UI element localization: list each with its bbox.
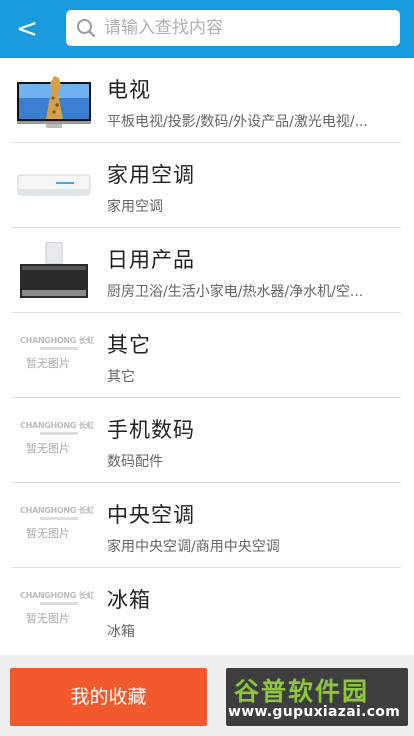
category-item-central-ac[interactable]: CHANGHONG 长虹 暂无图片 中央空调 家用中央空调/商用中央空调 xyxy=(12,483,401,568)
item-subtitle: 厨房卫浴/生活小家电/热水器/净水机/空... xyxy=(107,284,364,300)
no-image-placeholder: CHANGHONG 长虹 暂无图片 xyxy=(20,420,94,464)
logo-line xyxy=(40,347,78,350)
no-image-placeholder: CHANGHONG 长虹 暂无图片 xyxy=(20,590,94,634)
category-item-refrigerator[interactable]: CHANGHONG 长虹 暂无图片 冰箱 冰箱 xyxy=(12,568,401,653)
logo-line xyxy=(40,432,78,435)
item-subtitle: 数码配件 xyxy=(107,454,163,470)
my-favorites-button[interactable]: 我的收藏 xyxy=(10,668,207,726)
tv-image xyxy=(17,76,91,128)
search-input[interactable] xyxy=(104,10,394,46)
item-subtitle: 家用中央空调/商用中央空调 xyxy=(107,539,280,555)
search-box[interactable] xyxy=(66,10,400,46)
no-image-text: 暂无图片 xyxy=(26,612,70,625)
item-title: 其它 xyxy=(107,333,151,357)
range-hood-image xyxy=(20,242,88,298)
brand-logo: CHANGHONG 长虹 xyxy=(20,506,94,515)
search-icon xyxy=(77,19,96,38)
item-subtitle: 冰箱 xyxy=(107,624,135,640)
category-item-daily-products[interactable]: 日用产品 厨房卫浴/生活小家电/热水器/净水机/空... xyxy=(12,228,401,313)
item-subtitle: 平板电视/投影/数码/外设产品/激光电视/... xyxy=(107,114,368,130)
category-item-mobile-digital[interactable]: CHANGHONG 长虹 暂无图片 手机数码 数码配件 xyxy=(12,398,401,483)
item-title: 中央空调 xyxy=(107,503,195,527)
category-item-home-ac[interactable]: 家用空调 家用空调 xyxy=(12,143,401,228)
no-image-text: 暂无图片 xyxy=(26,527,70,540)
item-title: 日用产品 xyxy=(107,248,195,272)
watermark-url: www.gupuxiazai.com xyxy=(228,704,401,720)
no-image-text: 暂无图片 xyxy=(26,442,70,455)
brand-logo: CHANGHONG 长虹 xyxy=(20,591,94,600)
air-conditioner-image xyxy=(17,174,91,196)
logo-line xyxy=(40,517,78,520)
item-title: 手机数码 xyxy=(107,418,195,442)
watermark-title: 谷普软件园 xyxy=(234,677,370,706)
top-bar: < xyxy=(0,0,414,58)
category-item-other[interactable]: CHANGHONG 长虹 暂无图片 其它 其它 xyxy=(12,313,401,398)
brand-logo: CHANGHONG 长虹 xyxy=(20,336,94,345)
brand-logo: CHANGHONG 长虹 xyxy=(20,421,94,430)
no-image-placeholder: CHANGHONG 长虹 暂无图片 xyxy=(20,335,94,379)
item-title: 电视 xyxy=(107,78,151,102)
logo-line xyxy=(40,602,78,605)
item-title: 冰箱 xyxy=(107,588,151,612)
item-title: 家用空调 xyxy=(107,163,195,187)
bottom-bar: 我的收藏 谷普软件园 www.gupuxiazai.com xyxy=(0,655,414,736)
no-image-placeholder: CHANGHONG 长虹 暂无图片 xyxy=(20,505,94,549)
item-subtitle: 家用空调 xyxy=(107,199,163,215)
category-item-tv[interactable]: 电视 平板电视/投影/数码/外设产品/激光电视/... xyxy=(12,58,401,143)
watermark-banner: 谷普软件园 www.gupuxiazai.com xyxy=(226,668,408,726)
category-list: 电视 平板电视/投影/数码/外设产品/激光电视/... 家用空调 家用空调 日用… xyxy=(0,58,414,655)
back-button[interactable]: < xyxy=(14,14,40,44)
item-subtitle: 其它 xyxy=(107,369,135,385)
no-image-text: 暂无图片 xyxy=(26,357,70,370)
